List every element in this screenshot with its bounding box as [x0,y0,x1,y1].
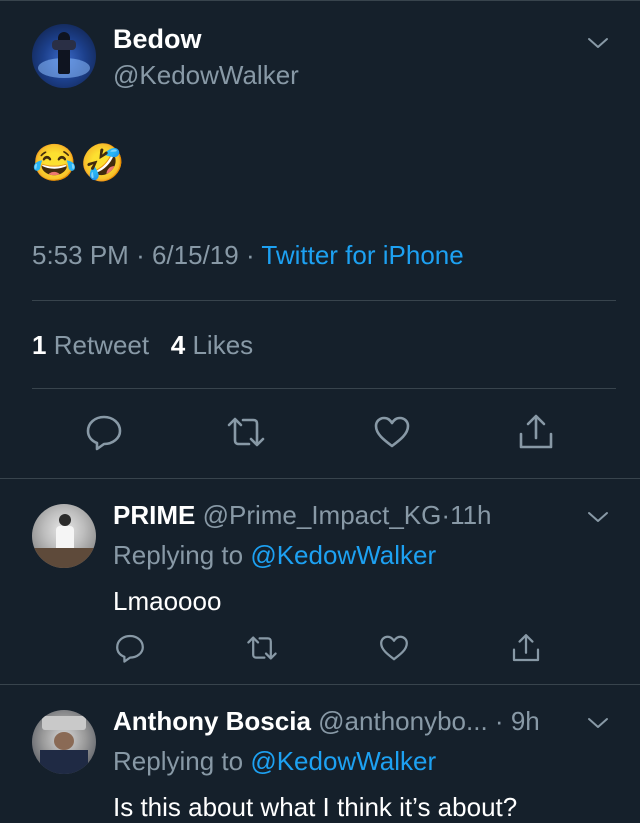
replying-to-handle[interactable]: @KedowWalker [250,540,436,570]
main-tweet: Bedow @KedowWalker 😂 🤣 5:53 PM · 6/15/19… [0,0,640,478]
reply-author-handle[interactable]: @anthonybo... [318,706,488,736]
tweet-emoji-rofl: 🤣 [80,142,125,183]
tweet-date: 6/15/19 [151,240,239,270]
avatar-figure [58,32,70,74]
avatar-face [54,732,74,750]
avatar-figure-arms [52,40,76,50]
reply-author-name[interactable]: Anthony Boscia [113,706,311,736]
meta-separator: · [494,706,504,736]
avatar-jersey [40,750,88,774]
share-icon[interactable] [510,632,542,664]
replying-to-handle[interactable]: @KedowWalker [250,746,436,776]
reply-text: Is this about what I think it’s about? [113,792,518,822]
retweet-count: 1 [32,330,47,360]
retweet-label: Retweet [53,330,150,360]
reply-header: Anthony Boscia @anthonybo... · 9h [113,706,540,737]
avatar[interactable] [32,24,96,88]
tweet-time: 5:53 PM [32,240,129,270]
reply-header: PRIME @Prime_Impact_KG·11h [113,500,492,531]
reply-item[interactable]: Anthony Boscia @anthonybo... · 9h Replyi… [0,684,640,822]
chevron-down-icon[interactable] [587,32,609,54]
avatar[interactable] [32,504,96,568]
like-icon[interactable] [378,632,410,664]
share-icon[interactable] [516,412,556,452]
tweet-emoji-joy: 😂 [32,142,77,183]
reply-author-handle[interactable]: @Prime_Impact_KG [203,500,442,530]
chevron-down-icon[interactable] [587,712,609,734]
retweet-icon[interactable] [246,632,278,664]
reply-icon[interactable] [114,632,146,664]
reply-text: Lmaoooo [113,586,222,616]
reply-icon[interactable] [84,412,124,452]
retweet-stat[interactable]: 1 Retweet [32,330,149,360]
tweet-source-link[interactable]: Twitter for iPhone [261,240,463,270]
avatar[interactable] [32,710,96,774]
author-name[interactable]: Bedow [113,24,202,55]
replying-to-label: Replying to [113,540,244,570]
reply-author-name[interactable]: PRIME [113,500,195,530]
likes-label: Likes [192,330,254,360]
tweet-stats: 1 Retweet 4 Likes [32,330,253,361]
likes-stat[interactable]: 4 Likes [171,330,253,360]
meta-separator: · [441,500,451,530]
avatar-trophy [42,716,86,730]
meta-separator: · [136,240,145,270]
avatar-head [59,514,71,526]
meta-separator: · [245,240,255,270]
reply-time: 11h [450,500,492,530]
tweet-meta: 5:53 PM · 6/15/19 · Twitter for iPhone [32,240,464,271]
reply-time: 9h [510,706,540,736]
avatar-floor [32,548,96,568]
retweet-icon[interactable] [226,412,266,452]
like-count: 4 [170,330,186,360]
reply-item[interactable]: PRIME @Prime_Impact_KG·11h Replying to @… [0,478,640,684]
replying-to: Replying to @KedowWalker [113,746,436,777]
like-icon[interactable] [372,412,412,452]
divider [32,300,616,301]
divider [32,388,616,389]
replying-to: Replying to @KedowWalker [113,540,436,571]
chevron-down-icon[interactable] [587,506,609,528]
author-handle[interactable]: @KedowWalker [113,60,299,91]
replying-to-label: Replying to [113,746,244,776]
